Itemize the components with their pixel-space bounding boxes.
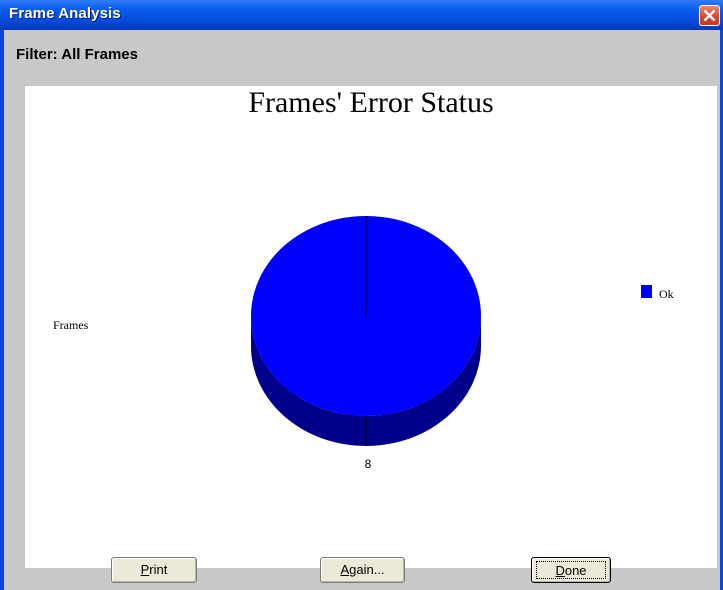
done-button[interactable]: Done [531,557,611,583]
legend-label-ok: Ok [659,287,674,301]
pie-data-label: 8 [365,457,372,471]
done-mnemonic: D [555,563,565,578]
again-button[interactable]: Again... [320,557,405,583]
done-focus-rect: Done [536,561,606,579]
filter-label: Filter: All Frames [16,46,138,63]
window-title: Frame Analysis [9,5,121,22]
close-icon [703,9,716,22]
chart-area: Frames' Error Status Frames 8 Ok [25,86,717,568]
print-label: rint [149,562,168,577]
again-label: gain... [349,562,385,577]
close-button[interactable] [699,5,720,26]
print-mnemonic: P [140,562,150,577]
title-bar: Frame Analysis [0,0,723,30]
again-mnemonic: A [340,562,350,577]
legend-swatch-ok [641,285,652,298]
pie-chart: 8 [251,216,481,471]
done-label: one [564,563,587,578]
print-button[interactable]: Print [111,557,197,583]
